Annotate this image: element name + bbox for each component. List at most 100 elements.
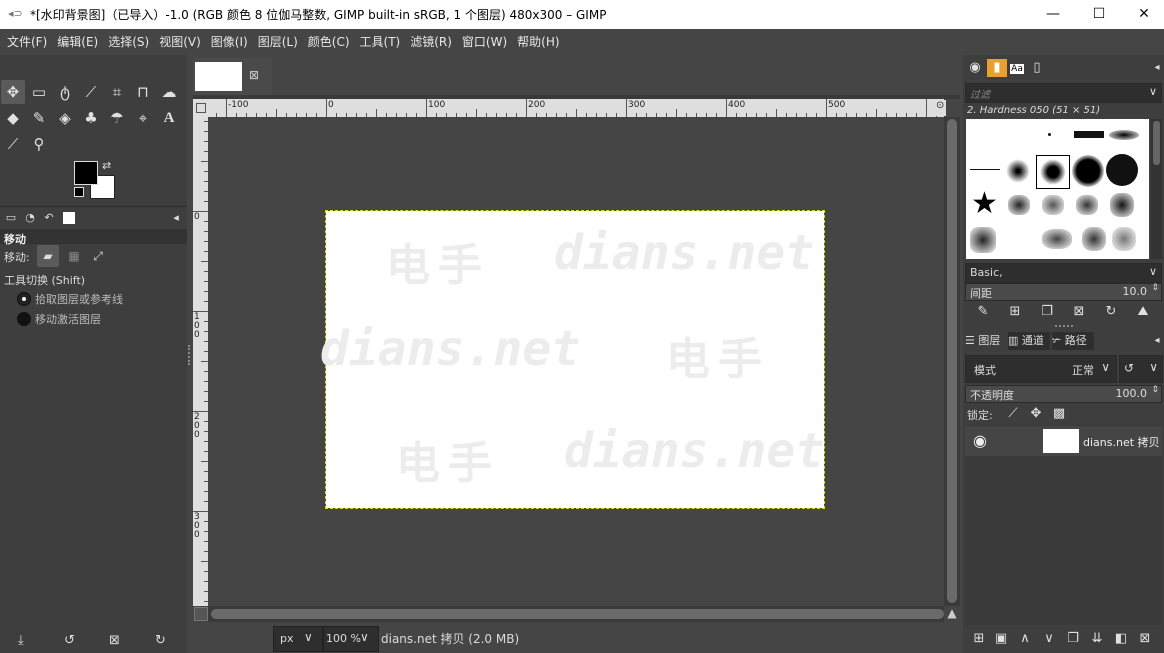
menu-select[interactable]: 选择(S) [103,29,154,56]
menu-filters[interactable]: 滤镜(R) [405,29,457,56]
vertical-scrollbar[interactable] [944,117,960,606]
lock-pixels-icon[interactable]: ⟋ [1003,405,1023,423]
warp-tool-icon[interactable]: ☁ [157,80,181,104]
navigate-icon[interactable]: ▲ [945,606,959,620]
brush-grid-scrollbar[interactable] [1151,119,1162,259]
layer-mode-select[interactable]: 模式 正常 ∨ [965,355,1117,383]
transform-tool-icon[interactable]: ⊓ [131,80,155,104]
tool-options-tab-icon[interactable]: ▭ [2,209,20,227]
menu-image[interactable]: 图像(I) [206,29,253,56]
spinner-icon[interactable]: ⇕ [1151,283,1159,293]
dock-separator-handle[interactable] [1055,325,1073,327]
paintbrush-tool-icon[interactable]: ✎ [27,106,51,130]
horizontal-scrollbar[interactable] [208,606,944,622]
bucket-fill-tool-icon[interactable]: ◆ [1,106,25,130]
text-tool-icon[interactable]: A [157,106,181,130]
left-ruler[interactable]: 0 100 200 300 [193,117,208,606]
channels-tab[interactable]: ▥ 通道 [1008,332,1050,350]
quick-mask-toggle[interactable] [194,607,208,621]
foreground-color-swatch[interactable] [74,161,98,185]
menu-file[interactable]: 文件(F) [0,29,52,56]
brushes-tab-icon[interactable]: ◉ [965,59,985,77]
eraser-tool-icon[interactable]: ◈ [53,106,77,130]
radio-pick-layer[interactable] [17,292,31,306]
delete-brush-icon[interactable]: ⊠ [1069,303,1089,321]
spinner-icon[interactable]: ⇕ [1151,385,1159,395]
new-layer-icon[interactable]: ⊞ [969,630,989,648]
device-status-tab-icon[interactable]: ◔ [21,209,39,227]
move-selection-icon[interactable]: ▦ [63,245,85,267]
menu-colors[interactable]: 颜色(C) [303,29,355,56]
horizontal-scroll-thumb[interactable] [211,609,944,619]
brushes-panel-menu-icon[interactable]: ◂ [1147,59,1164,77]
menu-help[interactable]: 帮助(H) [512,29,564,56]
crop-tool-icon[interactable]: ⌗ [105,80,129,104]
vertical-scroll-thumb[interactable] [947,119,957,603]
fuzzy-select-tool-icon[interactable]: ⟋ [79,80,103,104]
fonts-tab-icon[interactable]: Aa [1007,59,1027,77]
menu-windows[interactable]: 窗口(W) [457,29,512,56]
documents-tab-icon[interactable]: ▯ [1027,59,1047,77]
ruler-corner[interactable] [193,99,208,117]
image-tab[interactable]: ⊠ [193,58,272,95]
top-ruler[interactable]: -100 0 100 200 300 400 500 [208,99,944,117]
layer-row[interactable]: ◉ dians.net 拷贝 [965,426,1162,456]
left-dock-handle[interactable] [188,345,192,365]
menu-view[interactable]: 视图(V) [154,29,206,56]
color-picker-tool-icon[interactable]: ⟋ [1,132,25,156]
close-tab-icon[interactable]: ⊠ [249,68,259,82]
panel-menu-icon[interactable]: ◂ [167,209,185,227]
composite-mode-select[interactable]: ↺ ∨ [1119,355,1163,383]
delete-layer-icon[interactable]: ⊠ [1135,630,1155,648]
raise-layer-icon[interactable]: ∧ [1015,630,1035,648]
spacing-slider[interactable]: 间距 10.0 ⇕ [965,283,1162,301]
duplicate-layer-icon[interactable]: ❐ [1063,630,1083,648]
brush-filter-input[interactable]: 过滤 ∨ [965,83,1162,103]
path-tool-icon[interactable]: ⌖ [131,106,155,130]
unit-select[interactable]: px ∨ [273,626,323,652]
zoom-select[interactable]: 100 % ∨ [323,626,379,652]
patterns-tab-icon[interactable]: ▮ [987,59,1007,77]
layers-tab[interactable]: ☰ 图层 [965,332,1007,350]
rect-select-tool-icon[interactable]: ▭ [27,80,51,104]
move-tool-icon[interactable]: ✥ [1,80,25,104]
edit-brush-icon[interactable]: ✎ [973,303,993,321]
brush-grid[interactable]: ★ [966,119,1149,259]
default-colors-icon[interactable] [74,187,84,197]
paths-tab[interactable]: ✃ 路径 [1052,332,1094,350]
menu-layer[interactable]: 图层(L) [253,29,303,56]
opacity-slider[interactable]: 不透明度 100.0 ⇕ [965,385,1162,403]
close-button[interactable]: ✕ [1121,0,1164,29]
images-tab-icon[interactable] [60,209,78,227]
open-brush-as-image-icon[interactable]: ⛰ [1133,303,1153,321]
move-layer-icon[interactable]: ▰ [37,245,59,267]
lock-alpha-icon[interactable]: ▩ [1049,405,1069,423]
maximize-button[interactable]: ☐ [1076,0,1122,29]
image-canvas[interactable]: 电手 dians.net dians.net 电手 电手 dians.net [320,210,825,509]
new-brush-icon[interactable]: ⊞ [1005,303,1025,321]
zoom-navigate-icon[interactable]: ⊙ [936,100,946,116]
brush-preset-select[interactable]: Basic, ∨ [965,263,1162,283]
menu-edit[interactable]: 编辑(E) [52,29,103,56]
minimize-button[interactable]: — [1030,0,1076,29]
duplicate-brush-icon[interactable]: ❐ [1037,303,1057,321]
reset-tool-options-icon[interactable]: ↻ [155,633,166,648]
radio-move-active-layer[interactable] [17,312,31,326]
move-path-icon[interactable]: ⤢ [87,245,109,267]
restore-tool-preset-icon[interactable]: ↺ [64,633,75,648]
eye-icon[interactable]: ◉ [973,431,987,450]
swap-colors-icon[interactable]: ⇄ [102,159,111,172]
lasso-tool-icon[interactable]: ტ [53,80,77,104]
lock-position-icon[interactable]: ✥ [1026,405,1046,423]
lower-layer-icon[interactable]: ∨ [1039,630,1059,648]
delete-tool-preset-icon[interactable]: ⊠ [109,633,120,648]
layer-mask-icon[interactable]: ◧ [1111,630,1131,648]
merge-layer-icon[interactable]: ⇊ [1087,630,1107,648]
layers-panel-menu-icon[interactable]: ◂ [1147,332,1164,350]
zoom-tool-icon[interactable]: ⚲ [27,132,51,156]
menu-tools[interactable]: 工具(T) [355,29,406,56]
clone-tool-icon[interactable]: ♣ [79,106,103,130]
smudge-tool-icon[interactable]: ☂ [105,106,129,130]
new-layer-group-icon[interactable]: ▣ [991,630,1011,648]
undo-history-tab-icon[interactable]: ↶ [40,209,58,227]
